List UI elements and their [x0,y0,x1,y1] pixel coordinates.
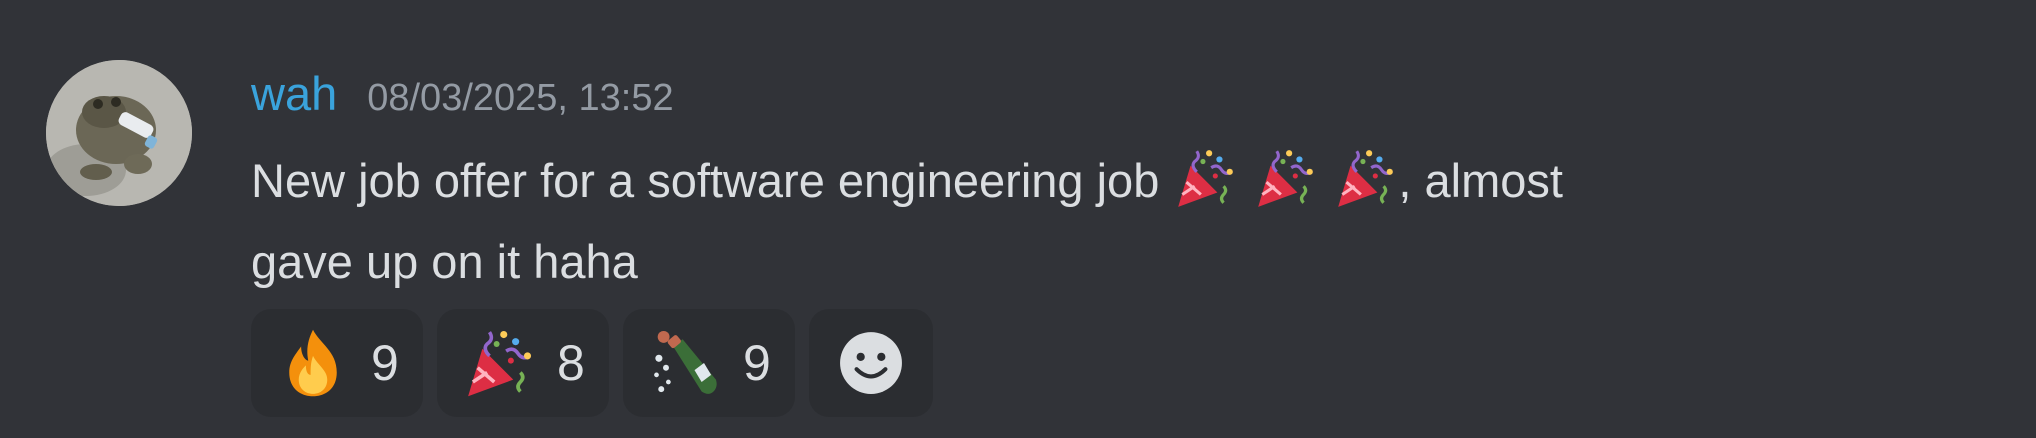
reaction-count: 9 [371,335,399,391]
message-text-part-1: New job offer for a software engineering… [251,154,1160,207]
party-popper-icon [1252,145,1318,211]
reaction-count: 9 [743,335,771,391]
message-content: New job offer for a software engineering… [251,140,1831,302]
reaction-count: 8 [557,335,585,391]
add-reaction-button[interactable] [809,309,933,417]
message-line-1: New job offer for a software engineering… [251,140,1831,221]
message-line-2: gave up on it haha [251,235,638,288]
party-popper-icon [461,325,537,401]
user-avatar[interactable] [46,60,192,206]
reaction-bar: 9 8 9 [251,309,933,417]
fire-icon [275,325,351,401]
champagne-bottle-icon [647,325,723,401]
chat-message: wah 08/03/2025, 13:52 New job offer for … [0,0,2036,438]
party-popper-icon [1332,145,1398,211]
reaction-champagne[interactable]: 9 [623,309,795,417]
timestamp: 08/03/2025, 13:52 [367,77,674,119]
toad-avatar-image [46,60,192,206]
reaction-party-popper[interactable]: 8 [437,309,609,417]
username[interactable]: wah [251,66,337,121]
message-header: wah 08/03/2025, 13:52 [251,66,674,126]
party-popper-icon [1172,145,1238,211]
message-text-part-2: , almost [1398,154,1563,207]
add-reaction-smiley-icon [840,332,902,394]
reaction-fire[interactable]: 9 [251,309,423,417]
